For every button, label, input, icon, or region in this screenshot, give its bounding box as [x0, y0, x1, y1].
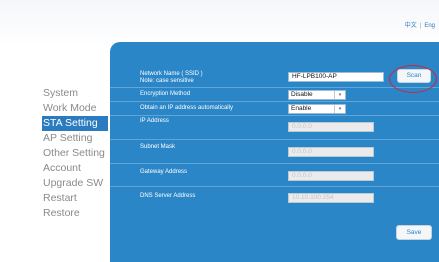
ssid-input[interactable]: HF-LPB100-AP — [288, 72, 384, 82]
sta-settings-panel: Network Name ( SSID ) Note: case sensiti… — [110, 42, 439, 262]
auto-ip-row: Obtain an IP address automatically Enabl… — [110, 102, 439, 116]
ip-address-input[interactable]: 0.0.0.0 — [288, 122, 374, 132]
chevron-down-icon: ▾ — [334, 91, 345, 99]
sidebar-item-restart[interactable]: Restart — [42, 191, 108, 206]
ssid-label-text: Network Name ( SSID ) — [140, 71, 203, 77]
sidebar-item-upgrade-sw[interactable]: Upgrade SW — [42, 176, 108, 191]
sidebar-item-work-mode[interactable]: Work Mode — [42, 101, 108, 116]
subnet-mask-input[interactable]: 0.0.0.0 — [288, 147, 374, 157]
encryption-select-value: Disable — [291, 91, 313, 98]
encryption-select[interactable]: Disable ▾ — [288, 90, 346, 100]
auto-ip-select-value: Enable — [291, 105, 312, 112]
sidebar-item-restore[interactable]: Restore — [42, 206, 108, 221]
auto-ip-label: Obtain an IP address automatically — [140, 105, 233, 111]
chevron-down-icon: ▾ — [334, 105, 345, 113]
subnet-mask-row: Subnet Mask 0.0.0.0 — [110, 140, 439, 164]
save-button[interactable]: Save — [396, 225, 432, 240]
ssid-note-text: Note: case sensitive — [140, 78, 194, 84]
dns-row: DNS Server Address 10.10.100.254 — [110, 187, 439, 209]
ip-address-label: IP Address — [140, 118, 169, 124]
lang-english-link[interactable]: Eng — [424, 23, 435, 29]
subnet-mask-label: Subnet Mask — [140, 144, 176, 150]
sidebar-item-other-setting[interactable]: Other Setting — [42, 146, 108, 161]
sidebar-item-sta-setting[interactable]: STA Setting — [42, 116, 108, 131]
gateway-label: Gateway Address — [140, 169, 188, 175]
top-bar: 中文 | Eng — [0, 0, 439, 46]
sidebar-nav: System Work Mode STA Setting AP Setting … — [42, 86, 108, 221]
gateway-input[interactable]: 0.0.0.0 — [288, 171, 374, 181]
ssid-label: Network Name ( SSID ) Note: case sensiti… — [140, 71, 203, 85]
sidebar-item-account[interactable]: Account — [42, 161, 108, 176]
sidebar-item-system[interactable]: System — [42, 86, 108, 101]
sidebar-item-ap-setting[interactable]: AP Setting — [42, 131, 108, 146]
encryption-row: Encryption Method Disable ▾ — [110, 88, 439, 102]
lang-chinese-link[interactable]: 中文 — [405, 23, 417, 29]
dns-input[interactable]: 10.10.100.254 — [288, 193, 374, 203]
encryption-label: Encryption Method — [140, 91, 191, 97]
ip-address-row: IP Address 0.0.0.0 — [110, 116, 439, 140]
dns-label: DNS Server Address — [140, 193, 196, 199]
lang-separator: | — [419, 23, 422, 29]
gateway-row: Gateway Address 0.0.0.0 — [110, 164, 439, 187]
auto-ip-select[interactable]: Enable ▾ — [288, 104, 346, 114]
language-switcher: 中文 | Eng — [405, 20, 435, 29]
